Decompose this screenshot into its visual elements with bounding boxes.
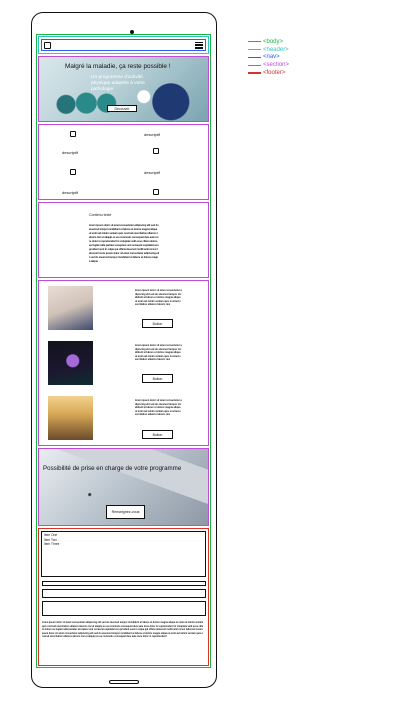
card-text: lorem ipsum dolor sit amet consectetur a… xyxy=(135,344,182,361)
legend-label: <body> xyxy=(263,38,284,45)
hero-title: Malgré la maladie, ça reste possible ! xyxy=(65,63,171,70)
feature-label: descriptif xyxy=(62,150,79,155)
feature-checkbox-icon xyxy=(153,148,159,154)
logo-icon[interactable] xyxy=(44,41,51,49)
hamburger-menu-icon[interactable] xyxy=(195,41,203,49)
feature-checkbox-icon xyxy=(70,131,76,137)
card-photo xyxy=(48,286,93,330)
legend-label: <section> xyxy=(263,62,290,69)
promo-section: Possibilité de prise en charge de votre … xyxy=(38,448,209,526)
promo-title: Possibilité de prise en charge de votre … xyxy=(43,465,182,472)
legend-item: <footer> xyxy=(248,69,289,77)
footer: Item One Item Two Item Three lorem ipsum… xyxy=(38,528,209,666)
feature-checkbox-icon xyxy=(153,189,159,195)
features-section: descriptif descriptif descriptif descrip… xyxy=(38,124,209,200)
footer-list: Item One Item Two Item Three xyxy=(41,531,206,577)
card-button[interactable]: Button xyxy=(142,430,173,439)
inquire-button[interactable]: Renseignez-vous xyxy=(106,505,145,519)
footer-list-item[interactable]: Item Three xyxy=(44,542,203,547)
text-body: lorem ipsum dolor sit amet consectetur a… xyxy=(89,224,159,263)
cards-section: lorem ipsum dolor sit amet consectetur a… xyxy=(38,280,209,446)
card-button[interactable]: Button xyxy=(142,374,173,383)
feature-label: descriptif xyxy=(144,132,161,137)
legend: <body> <header> <nav> <section> <footer> xyxy=(248,38,289,77)
legend-label: <footer> xyxy=(263,70,286,77)
legend-item: <nav> xyxy=(248,54,289,62)
card-text: lorem ipsum dolor sit amet consectetur a… xyxy=(135,399,182,416)
card-button[interactable]: Button xyxy=(142,319,173,328)
discover-button[interactable]: Découvrir xyxy=(107,105,137,112)
feature-label: descriptif xyxy=(144,170,161,175)
text-title: Contenu texte xyxy=(89,213,112,217)
card-text: lorem ipsum dolor sit amet consectetur a… xyxy=(135,289,182,306)
feature-label: descriptif xyxy=(62,190,79,195)
legend-item: <body> xyxy=(248,38,289,46)
page-body: Malgré la maladie, ça reste possible ! U… xyxy=(36,34,211,668)
hero-section: Malgré la maladie, ça reste possible ! U… xyxy=(38,56,209,122)
footer-input-box[interactable] xyxy=(42,589,206,598)
text-section: Contenu texte lorem ipsum dolor sit amet… xyxy=(38,202,209,278)
card-photo xyxy=(48,341,93,385)
legend-item: <section> xyxy=(248,61,289,69)
header xyxy=(38,36,209,54)
hero-subtitle: Un programme d'activité physique adaptée… xyxy=(91,75,145,92)
nav-bar xyxy=(41,39,206,51)
footer-message-box[interactable] xyxy=(42,601,206,616)
feature-checkbox-icon xyxy=(70,169,76,175)
footer-text: lorem ipsum dolor sit amet consectetur a… xyxy=(42,622,204,639)
card-photo xyxy=(48,396,93,440)
legend-label: <nav> xyxy=(263,54,280,61)
legend-label: <header> xyxy=(263,46,289,53)
home-indicator xyxy=(109,680,139,684)
footer-divider xyxy=(42,581,206,586)
legend-item: <header> xyxy=(248,46,289,54)
